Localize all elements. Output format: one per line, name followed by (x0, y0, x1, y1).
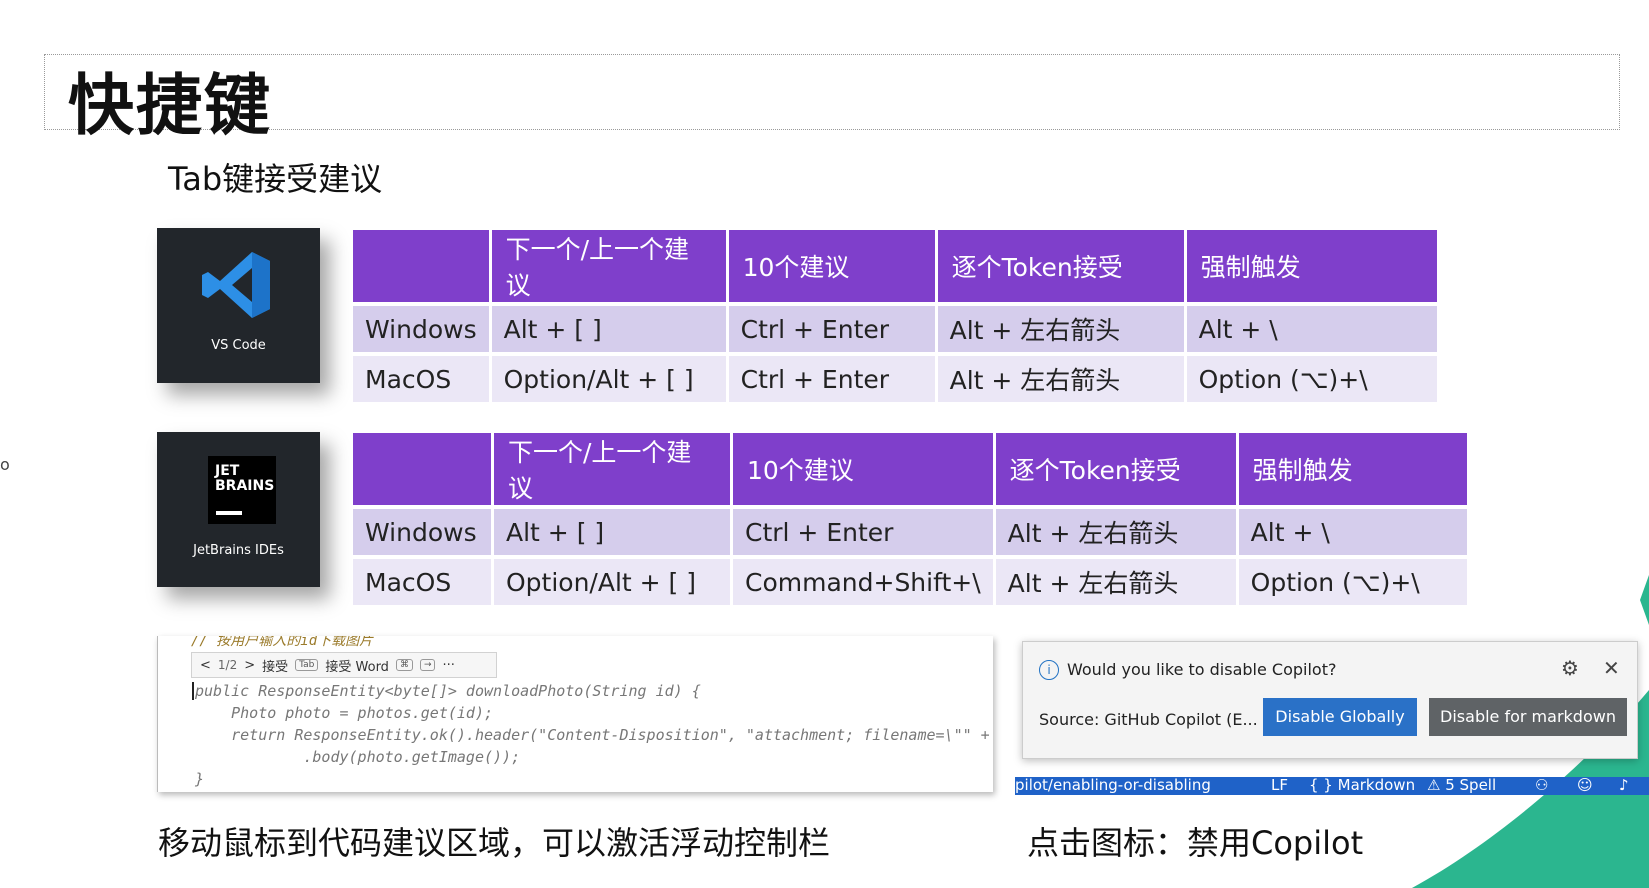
disable-globally-button[interactable]: Disable Globally (1263, 698, 1417, 736)
table-cell: Option/Alt + [ ] (491, 356, 726, 402)
table-cell: Option/Alt + [ ] (494, 559, 730, 605)
table-cell: MacOS (353, 559, 491, 605)
copilot-status-icon[interactable]: ⚇ (1535, 777, 1548, 794)
code-line: } (195, 770, 205, 788)
edge-mark: o (0, 455, 10, 474)
table-header-row: 下一个/上一个建议 10个建议 逐个Token接受 强制触发 (353, 230, 1437, 302)
code-line: public ResponseEntity<byte[]> downloadPh… (195, 682, 701, 700)
table-cell: Alt + 左右箭头 (937, 356, 1184, 402)
vscode-label: VS Code (211, 338, 266, 353)
notifications-icon[interactable]: ♪ (1619, 777, 1629, 794)
table-row: Windows Alt + [ ] Ctrl + Enter Alt + 左右箭… (353, 306, 1437, 352)
jetbrains-label: JetBrains IDEs (193, 543, 284, 558)
status-eol[interactable]: LF (1271, 777, 1288, 794)
vscode-logo: VS Code (157, 228, 320, 383)
table-cell: Alt + \ (1186, 306, 1437, 352)
table-header-cell: 10个建议 (728, 230, 935, 302)
suggestion-counter: 1/2 (217, 658, 238, 672)
gear-icon[interactable]: ⚙ (1561, 656, 1579, 680)
jetbrains-icon: JET BRAINS (208, 456, 276, 524)
code-line: return ResponseEntity.ok().header("Conte… (195, 726, 990, 744)
status-spell[interactable]: ⚠ 5 Spell (1427, 777, 1496, 794)
table-header-cell: 强制触发 (1238, 433, 1467, 505)
table-row: MacOS Option/Alt + [ ] Command+Shift+\ A… (353, 559, 1467, 605)
table-row: MacOS Option/Alt + [ ] Ctrl + Enter Alt … (353, 356, 1437, 402)
table-cell: Command+Shift+\ (733, 559, 993, 605)
suggestion-toolbar: < 1/2 > 接受 Tab 接受 Word ⌘ → ··· (191, 652, 497, 678)
slide-title: 快捷键 (68, 67, 272, 144)
table-header-cell: 逐个Token接受 (937, 230, 1184, 302)
table-header-row: 下一个/上一个建议 10个建议 逐个Token接受 强制触发 (353, 433, 1467, 505)
table-cell: Alt + 左右箭头 (937, 306, 1184, 352)
accept-button[interactable]: 接受 (262, 656, 288, 675)
table-cell: Option (⌥)+\ (1186, 356, 1437, 402)
table-cell: Windows (353, 306, 489, 352)
disable-for-markdown-button[interactable]: Disable for markdown (1429, 698, 1627, 736)
table-cell: MacOS (353, 356, 489, 402)
vscode-shortcut-table: 下一个/上一个建议 10个建议 逐个Token接受 强制触发 Windows A… (350, 226, 1440, 406)
jetbrains-logo: JET BRAINS JetBrains IDEs (157, 432, 320, 587)
table-cell: Alt + [ ] (491, 306, 726, 352)
accept-word-button[interactable]: 接受 Word (325, 656, 389, 675)
table-cell: Ctrl + Enter (733, 509, 993, 555)
vscode-icon (202, 252, 270, 318)
table-header-cell: 逐个Token接受 (995, 433, 1236, 505)
title-frame (44, 54, 1620, 130)
notification-source: Source: GitHub Copilot (E... (1039, 710, 1258, 729)
caption-left: 移动鼠标到代码建议区域，可以激活浮动控制栏 (158, 824, 831, 862)
table-cell: Windows (353, 509, 491, 555)
prev-suggestion-button[interactable]: < (200, 658, 211, 673)
table-cell: Alt + \ (1238, 509, 1467, 555)
notification-question: Would you like to disable Copilot? (1067, 660, 1337, 679)
arrow-key-badge: → (419, 659, 436, 671)
slide-subtitle: Tab键接受建议 (168, 160, 383, 198)
table-cell: Alt + 左右箭头 (995, 509, 1236, 555)
info-icon: i (1039, 660, 1059, 680)
disable-copilot-notification: i Would you like to disable Copilot? ⚙ ✕… (1022, 641, 1638, 759)
text-cursor (192, 682, 194, 700)
feedback-icon[interactable]: ☺ (1577, 777, 1593, 794)
tab-key-badge: Tab (295, 659, 319, 671)
cmd-key-badge: ⌘ (395, 659, 413, 671)
table-header-cell: 强制触发 (1186, 230, 1437, 302)
editor-gutter-line (157, 636, 158, 792)
jetbrains-shortcut-table: 下一个/上一个建议 10个建议 逐个Token接受 强制触发 Windows A… (350, 429, 1470, 609)
caption-right: 点击图标：禁用Copilot (1027, 824, 1364, 862)
table-row: Windows Alt + [ ] Ctrl + Enter Alt + 左右箭… (353, 509, 1467, 555)
status-path[interactable]: pilot/enabling-or-disabling (1015, 777, 1211, 794)
table-cell: Option (⌥)+\ (1238, 559, 1467, 605)
table-header-cell (353, 433, 491, 505)
code-comment: // 按用户输入的id下载图片 (191, 636, 374, 649)
table-cell: Ctrl + Enter (728, 356, 935, 402)
table-header-cell (353, 230, 489, 302)
table-cell: Alt + [ ] (494, 509, 730, 555)
status-language[interactable]: { } Markdown (1309, 777, 1415, 794)
close-icon[interactable]: ✕ (1603, 656, 1620, 680)
table-header-cell: 10个建议 (733, 433, 993, 505)
code-line: .body(photo.getImage()); (195, 748, 521, 766)
table-cell: Ctrl + Enter (728, 306, 935, 352)
more-options-button[interactable]: ··· (442, 658, 454, 673)
code-editor-screenshot: // 按用户输入的id下载图片 < 1/2 > 接受 Tab 接受 Word ⌘… (157, 636, 993, 792)
status-bar: pilot/enabling-or-disabling LF { } Markd… (1015, 777, 1649, 795)
table-header-cell: 下一个/上一个建议 (494, 433, 730, 505)
next-suggestion-button[interactable]: > (244, 658, 255, 673)
table-header-cell: 下一个/上一个建议 (491, 230, 726, 302)
code-line: Photo photo = photos.get(id); (195, 704, 494, 722)
table-cell: Alt + 左右箭头 (995, 559, 1236, 605)
